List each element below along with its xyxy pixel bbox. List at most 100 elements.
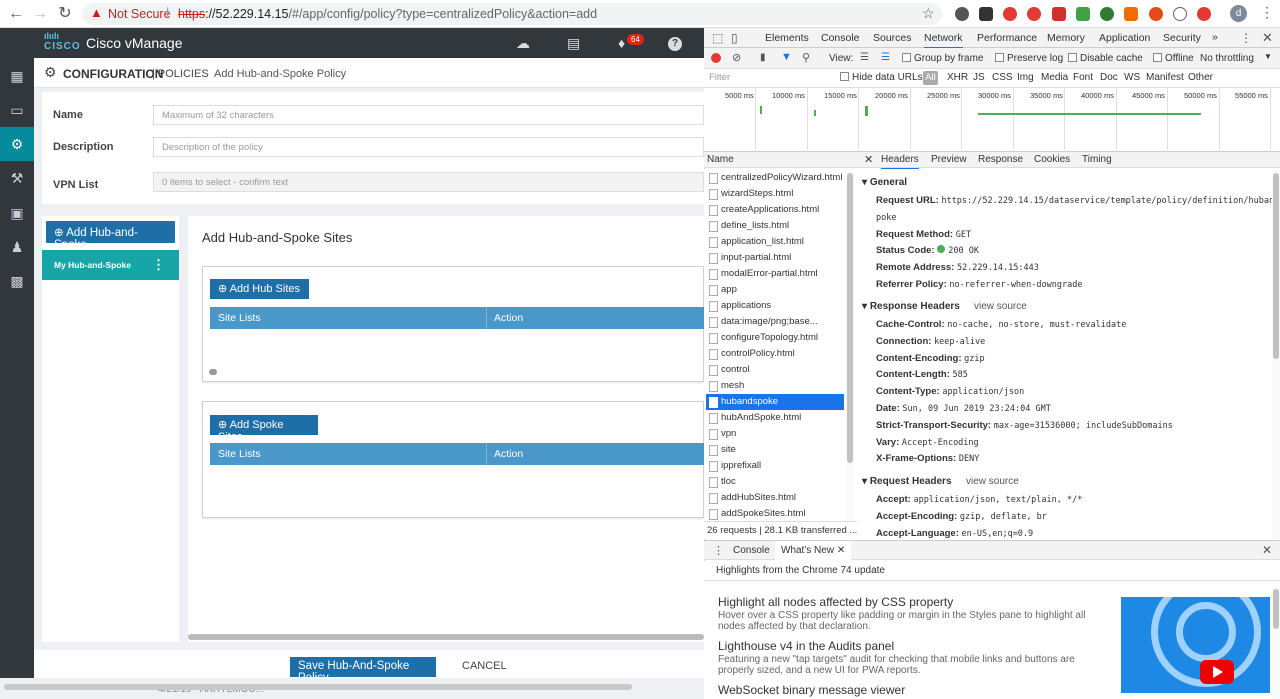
maintenance-icon[interactable]: ▣ [0, 196, 34, 230]
drawer-tab-whats-new[interactable]: What's New ✕ [775, 541, 852, 560]
extension-icon[interactable] [1124, 7, 1138, 21]
extension-icon[interactable] [955, 7, 969, 21]
filter-media[interactable]: Media [1041, 72, 1068, 83]
response-headers-toggle[interactable]: ▾ Response Headers [862, 301, 960, 312]
request-row[interactable]: mesh [706, 378, 844, 394]
name-input[interactable]: Maximum of 32 characters [153, 105, 704, 125]
close-tab-icon[interactable]: ✕ [837, 545, 845, 556]
video-thumbnail[interactable] [1121, 597, 1270, 693]
screenshot-icon[interactable]: ▮ [760, 52, 766, 63]
extension-icon[interactable] [1052, 7, 1066, 21]
filter-input[interactable]: Filter [706, 71, 831, 86]
reload-icon[interactable]: ↻ [55, 4, 75, 24]
add-spoke-sites-button[interactable]: ⊕ Add Spoke Sites [210, 415, 318, 443]
tab-more[interactable]: » [1212, 31, 1218, 43]
filter-img[interactable]: Img [1017, 72, 1034, 83]
description-input[interactable]: Description of the policy [153, 137, 704, 157]
filter-ws[interactable]: WS [1124, 72, 1140, 83]
request-row[interactable]: input-partial.html [706, 250, 844, 266]
scrollbar-thumb[interactable] [1273, 173, 1279, 359]
scrollbar-thumb[interactable] [847, 173, 853, 463]
drawer-tab-console[interactable]: Console [733, 545, 770, 556]
device-toolbar-icon[interactable]: ▯ [731, 31, 738, 45]
tab-headers[interactable]: Headers [881, 154, 919, 170]
back-arrow-icon[interactable]: ← [6, 4, 26, 24]
bookmark-star-icon[interactable]: ☆ [922, 5, 935, 22]
tab-sources[interactable]: Sources [873, 32, 912, 44]
request-row[interactable]: addHubSites.html [706, 490, 844, 506]
scrollbar-thumb[interactable] [1273, 589, 1279, 629]
inspect-element-icon[interactable]: ⬚ [712, 31, 723, 45]
response-view-source-link[interactable]: view source [974, 301, 1027, 312]
filter-funnel-icon[interactable]: ▼ [781, 51, 792, 63]
filter-js[interactable]: JS [973, 72, 985, 83]
throttling-select[interactable]: No throttling [1200, 53, 1254, 64]
filter-other[interactable]: Other [1188, 72, 1213, 83]
request-row[interactable]: addSpokeSites.html [706, 506, 844, 522]
add-hub-and-spoke-button[interactable]: ⊕ Add Hub-and-Spoke [46, 221, 175, 251]
request-row[interactable]: site [706, 442, 844, 458]
drawer-scrollbar[interactable] [1272, 586, 1280, 699]
waterfall-view-icon[interactable]: ☰ [881, 52, 890, 63]
request-row[interactable]: control [706, 362, 844, 378]
request-row[interactable]: application_list.html [706, 234, 844, 250]
monitor-icon[interactable]: ▭ [0, 93, 34, 127]
security-label[interactable]: Not Secure [108, 7, 171, 21]
youtube-play-icon[interactable] [1200, 660, 1234, 684]
close-drawer-icon[interactable]: ✕ [1262, 543, 1272, 557]
tab-timing[interactable]: Timing [1082, 154, 1112, 165]
vpn-list-select[interactable]: 0 items to select - confirm text [153, 172, 704, 192]
request-view-source-link[interactable]: view source [966, 476, 1019, 487]
extension-icon[interactable] [1197, 7, 1211, 21]
adblock-icon[interactable] [1027, 7, 1041, 21]
clear-icon[interactable]: ⊘ [732, 51, 741, 64]
request-row[interactable]: tloc [706, 474, 844, 490]
close-icon[interactable]: ✕ [1262, 30, 1273, 46]
filter-doc[interactable]: Doc [1100, 72, 1118, 83]
search-icon[interactable]: ⚲ [802, 51, 810, 64]
request-row[interactable]: define_lists.html [706, 218, 844, 234]
hide-data-urls-checkbox[interactable]: Hide data URLs [840, 72, 923, 83]
extension-icon[interactable] [1100, 7, 1114, 21]
list-view-icon[interactable]: ☰ [860, 52, 869, 63]
request-headers-toggle[interactable]: ▾ Request Headers [862, 476, 952, 487]
tab-preview[interactable]: Preview [931, 154, 967, 165]
filter-all[interactable]: All [923, 71, 938, 85]
tab-console[interactable]: Console [821, 32, 860, 44]
disable-cache-checkbox[interactable]: Disable cache [1068, 53, 1143, 64]
filter-font[interactable]: Font [1073, 72, 1093, 83]
request-row[interactable]: centralizedPolicyWizard.html [706, 170, 844, 186]
tab-network[interactable]: Network [924, 32, 963, 49]
kebab-menu-icon[interactable]: ⋮ [152, 257, 165, 273]
filter-css[interactable]: CSS [992, 72, 1013, 83]
tab-elements[interactable]: Elements [765, 32, 809, 44]
tab-cookies[interactable]: Cookies [1034, 154, 1070, 165]
filter-xhr[interactable]: XHR [947, 72, 968, 83]
request-row[interactable]: hubandspoke [706, 394, 844, 410]
request-row[interactable]: vpn [706, 426, 844, 442]
devtools-menu-icon[interactable]: ⋮ [1240, 31, 1252, 45]
request-row[interactable]: app [706, 282, 844, 298]
whats-new-item-title[interactable]: Highlight all nodes affected by CSS prop… [718, 595, 953, 609]
request-row[interactable]: controlPolicy.html [706, 346, 844, 362]
clipboard-icon[interactable]: ▤ [567, 35, 580, 52]
tab-performance[interactable]: Performance [977, 32, 1037, 44]
whats-new-item-title[interactable]: WebSocket binary message viewer [718, 683, 905, 697]
address-bar[interactable]: ▲ Not Secure | https://52.229.14.15/#/ap… [82, 3, 942, 25]
chevron-down-icon[interactable]: ▼ [1264, 52, 1272, 61]
dashboard-icon[interactable]: ▦ [0, 59, 34, 93]
analytics-chart-icon[interactable]: ▩ [0, 264, 34, 298]
menu-kebab-icon[interactable]: ⋮ [1260, 4, 1274, 21]
request-row[interactable]: data:image/png;base... [706, 314, 844, 330]
forward-arrow-icon[interactable]: → [30, 4, 50, 24]
request-row[interactable]: ipprefixall [706, 458, 844, 474]
record-icon[interactable] [711, 53, 721, 63]
request-list-scrollbar[interactable] [846, 169, 854, 521]
extension-icon[interactable] [1003, 7, 1017, 21]
hub-and-spoke-item[interactable]: My Hub-and-Spoke ⋮ [42, 250, 179, 280]
url-text[interactable]: https://52.229.14.15/#/app/config/policy… [178, 7, 597, 21]
extension-icon[interactable] [1149, 7, 1163, 21]
request-row[interactable]: createApplications.html [706, 202, 844, 218]
request-row[interactable]: applications [706, 298, 844, 314]
bell-icon[interactable]: ♦ [618, 35, 625, 51]
